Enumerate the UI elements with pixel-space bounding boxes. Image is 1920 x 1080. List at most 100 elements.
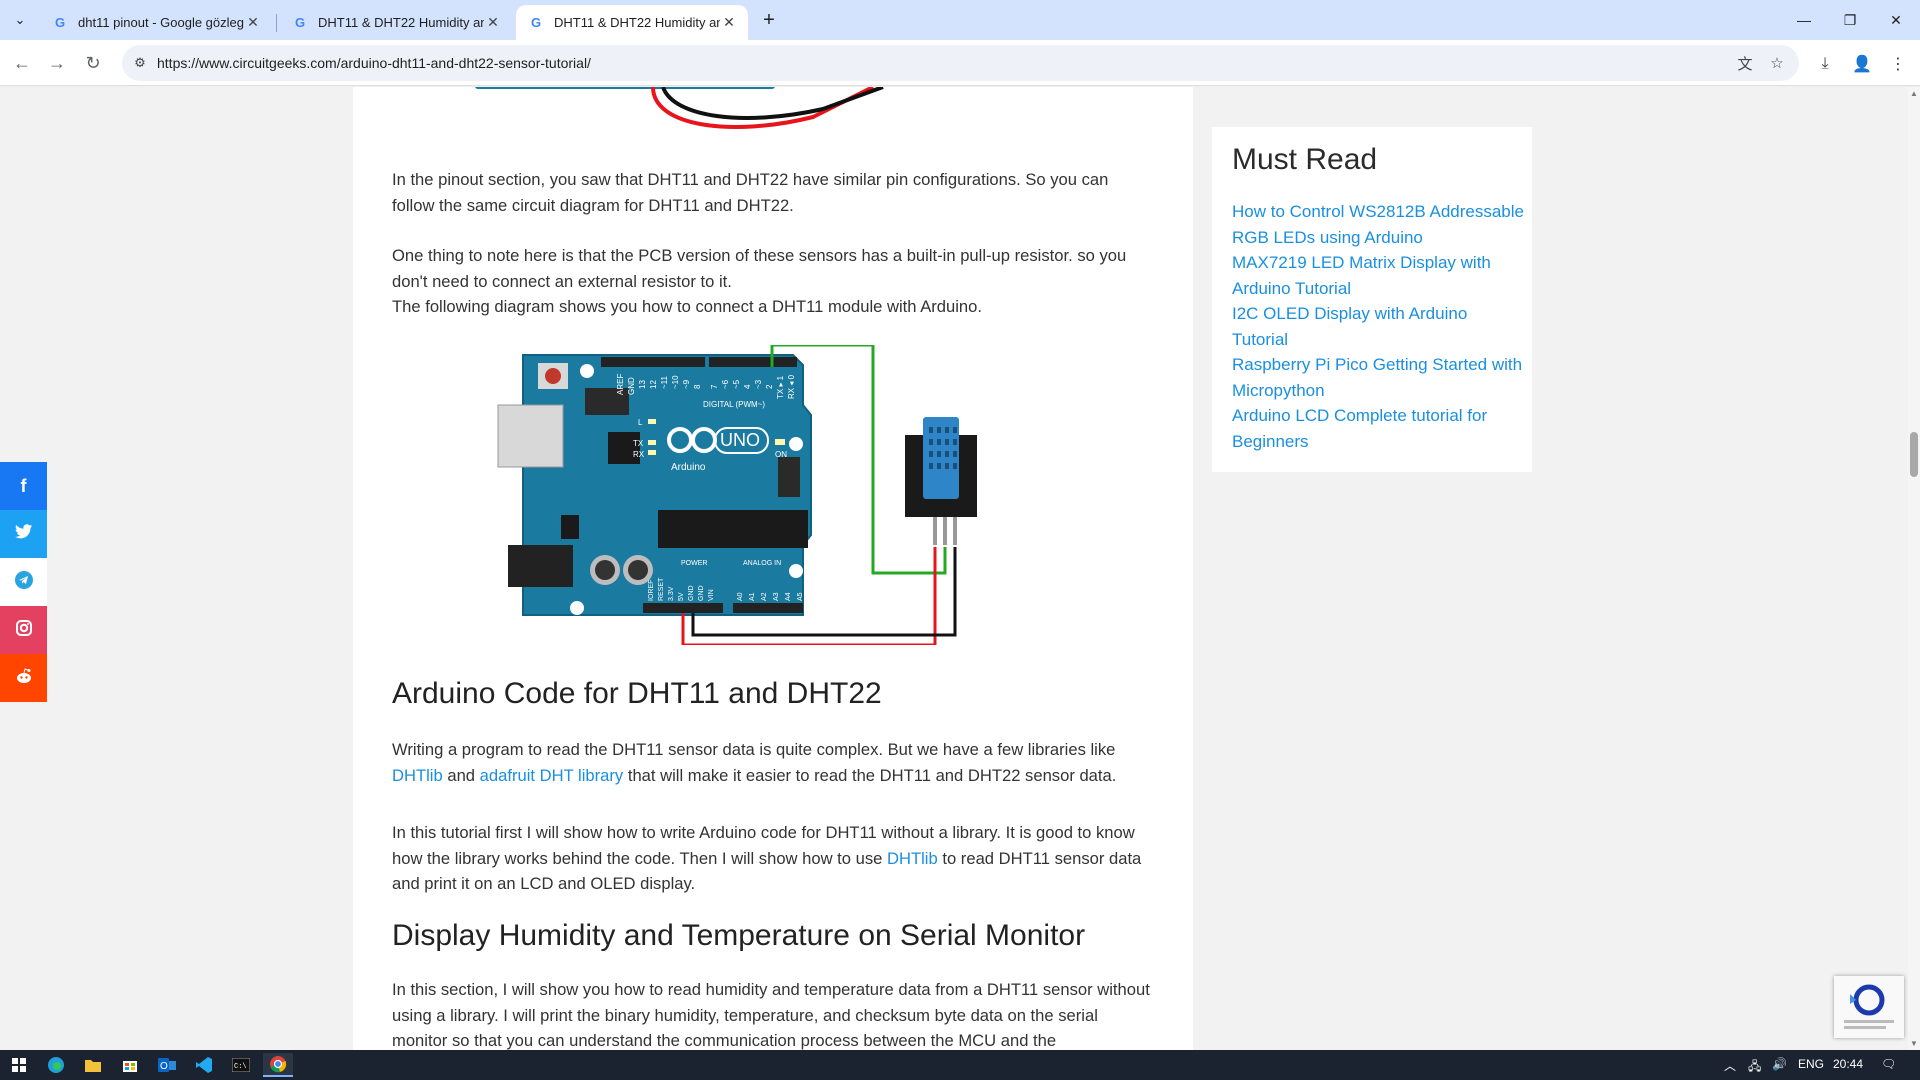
volume-icon[interactable]: 🔊 [1772, 1057, 1787, 1071]
heading-serial-monitor: Display Humidity and Temperature on Seri… [392, 919, 1086, 952]
label-a1: A1 [749, 592, 756, 601]
label-pin10: ~10 [671, 375, 680, 389]
scroll-up-arrow-icon[interactable]: ▲ [1910, 89, 1918, 98]
scroll-down-arrow-icon[interactable]: ▼ [1910, 1039, 1918, 1048]
site-favicon-icon: G [294, 15, 306, 30]
label-ioref: IOREF [648, 580, 655, 601]
network-icon[interactable]: 🖧 [1748, 1057, 1761, 1078]
label-a3: A3 [773, 592, 780, 601]
label-a0: A0 [737, 592, 744, 601]
windows-logo-icon [12, 1058, 26, 1072]
restore-icon: ❐ [1843, 11, 1857, 28]
label-pin12: 12 [649, 380, 658, 389]
close-icon[interactable]: ✕ [484, 14, 502, 31]
link-adafruit-dht-library[interactable]: adafruit DHT library [480, 766, 624, 785]
must-read-link[interactable]: How to Control WS2812B Addressable RGB L… [1232, 199, 1527, 250]
list-item: MAX7219 LED Matrix Display with Arduino … [1232, 250, 1527, 301]
label-arduino: Arduino [671, 462, 706, 473]
minimize-button[interactable]: — [1781, 0, 1827, 40]
list-item: Arduino LCD Complete tutorial for Beginn… [1232, 403, 1527, 454]
url-text[interactable]: https://www.circuitgeeks.com/arduino-dht… [157, 55, 591, 71]
new-tab-button[interactable]: + [757, 8, 781, 32]
outlook-icon: O [158, 1058, 176, 1072]
tab-google-search[interactable]: G dht11 pinout - Google gözlegi ✕ [40, 5, 272, 40]
text-span: Writing a program to read the DHT11 sens… [392, 740, 1116, 759]
paragraph-diagram-intro: The following diagram shows you how to c… [392, 297, 983, 316]
plus-icon: + [763, 8, 775, 31]
label-pin5: ~5 [732, 379, 741, 389]
chevron-down-icon: ⌄ [14, 12, 26, 27]
tab-search-button[interactable]: ⌄ [7, 8, 33, 32]
taskbar-terminal[interactable]: C:\ [226, 1053, 256, 1077]
share-reddit-button[interactable] [0, 654, 47, 702]
tab-dht-article-active[interactable]: G DHT11 & DHT22 Humidity and ✕ [516, 5, 748, 40]
label-pin9: ~9 [682, 379, 691, 389]
paragraph-pinout-note: In the pinout section, you saw that DHT1… [392, 170, 1109, 215]
tray-expand-icon[interactable]: ︿ [1724, 1057, 1736, 1074]
vscode-icon [196, 1057, 212, 1073]
tab-dht-article-1[interactable]: G DHT11 & DHT22 Humidity and ✕ [280, 5, 512, 40]
taskbar-store[interactable] [115, 1053, 145, 1077]
reddit-icon [15, 667, 33, 689]
label-on: ON [775, 450, 787, 459]
share-instagram-button[interactable] [0, 606, 47, 654]
label-pin8: 8 [693, 384, 702, 389]
page-scrollbar[interactable]: ▲ ▼ [1908, 87, 1920, 1050]
share-twitter-button[interactable] [0, 510, 47, 558]
windows-taskbar: O C:\ ︿ 🖧 🔊 ENG 20:44 🗨 [0, 1050, 1920, 1080]
menu-icon[interactable]: ⋮ [1886, 52, 1910, 76]
taskbar-outlook[interactable]: O [152, 1053, 182, 1077]
paragraph-pullup-note: One thing to note here is that the PCB v… [392, 246, 1127, 291]
profile-icon[interactable]: 👤 [1850, 52, 1874, 76]
share-facebook-button[interactable]: f [0, 462, 47, 510]
back-button[interactable]: ← [8, 49, 36, 77]
language-indicator[interactable]: ENG [1798, 1057, 1824, 1071]
recaptcha-badge[interactable] [1834, 976, 1904, 1038]
bookmark-star-icon[interactable]: ☆ [1766, 53, 1788, 73]
label-pin3: ~3 [754, 379, 763, 389]
taskbar-vscode[interactable] [189, 1053, 219, 1077]
link-dhtlib[interactable]: DHTlib [392, 766, 443, 785]
taskbar-chrome[interactable] [263, 1053, 293, 1077]
folder-icon [85, 1060, 101, 1072]
scrollbar-thumb[interactable] [1910, 432, 1918, 477]
clock[interactable]: 20:44 [1833, 1057, 1863, 1071]
close-icon[interactable]: ✕ [720, 14, 738, 31]
must-read-link[interactable]: I2C OLED Display with Arduino Tutorial [1232, 301, 1527, 352]
label-pin11: ~11 [660, 375, 669, 389]
reload-button[interactable]: ↻ [79, 49, 107, 77]
label-l: L [638, 418, 643, 427]
taskbar-file-explorer[interactable] [78, 1053, 108, 1077]
label-reset: RESET [658, 577, 665, 601]
downloads-icon[interactable]: ⤓ [1813, 52, 1837, 76]
list-item: Raspberry Pi Pico Getting Started with M… [1232, 352, 1527, 403]
instagram-icon [15, 619, 32, 641]
address-bar[interactable]: ⚙ https://www.circuitgeeks.com/arduino-d… [122, 45, 1799, 81]
label-tx1: TX ▸ 1 [776, 375, 785, 399]
chrome-icon [270, 1056, 287, 1073]
must-read-link[interactable]: MAX7219 LED Matrix Display with Arduino … [1232, 250, 1527, 301]
taskbar-edge[interactable] [41, 1053, 71, 1077]
restore-button[interactable]: ❐ [1827, 0, 1873, 40]
start-button[interactable] [4, 1053, 34, 1077]
forward-button[interactable]: → [43, 49, 71, 77]
browser-toolbar: ← → ↻ ⚙ https://www.circuitgeeks.com/ard… [0, 40, 1920, 86]
must-read-link[interactable]: Raspberry Pi Pico Getting Started with M… [1232, 352, 1527, 403]
close-icon[interactable]: ✕ [244, 14, 262, 31]
must-read-widget: Must Read How to Control WS2812B Address… [1212, 127, 1532, 472]
label-gnd: GND [627, 377, 636, 395]
share-telegram-button[interactable] [0, 558, 47, 606]
label-uno: UNO [720, 430, 760, 450]
site-info-icon[interactable]: ⚙ [130, 53, 150, 73]
label-rx0: RX ◂ 0 [787, 374, 796, 399]
dht11-sensor-module [905, 417, 977, 545]
notifications-icon[interactable]: 🗨 [1881, 1057, 1896, 1071]
label-power: POWER [681, 560, 707, 567]
paragraph-tutorial-intro: In this tutorial first I will show how t… [392, 820, 1152, 897]
dht11-wiring-diagram: AREF GND 13 12 ~11 ~10 ~9 8 7 ~6 ~5 4 ~3… [497, 345, 977, 645]
link-dhtlib[interactable]: DHTlib [887, 849, 938, 868]
translate-icon[interactable]: 文 [1734, 53, 1756, 73]
label-rx: RX [633, 450, 645, 459]
must-read-link[interactable]: Arduino LCD Complete tutorial for Beginn… [1232, 403, 1527, 454]
close-window-button[interactable]: ✕ [1873, 0, 1919, 40]
